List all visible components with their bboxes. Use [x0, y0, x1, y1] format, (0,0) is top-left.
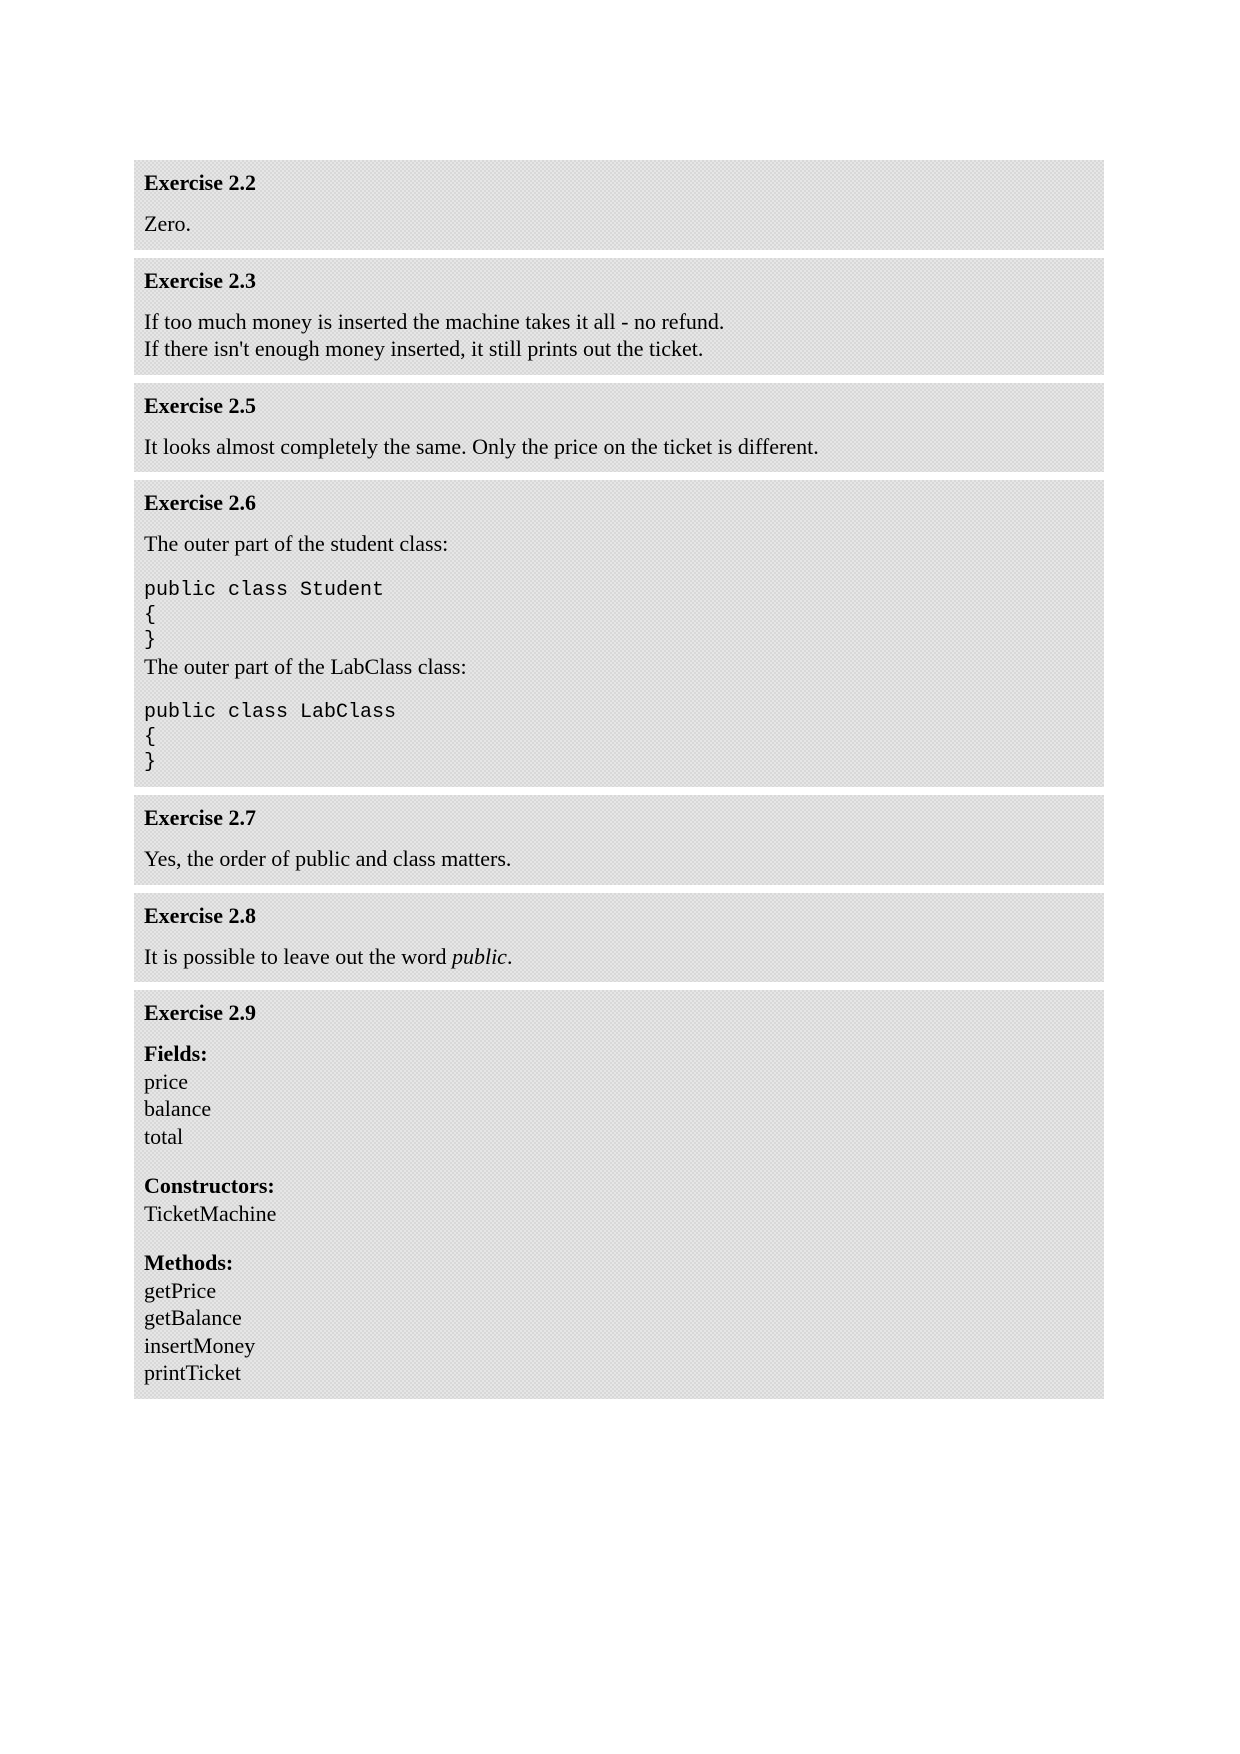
- exercise-title: Exercise 2.3: [144, 268, 1094, 294]
- method-item: getBalance: [144, 1304, 1094, 1332]
- fields-label: Fields:: [144, 1040, 1094, 1068]
- exercise-title: Exercise 2.2: [144, 170, 1094, 196]
- answer-text: It is possible to leave out the word pub…: [144, 943, 1094, 971]
- exercise-block: Exercise 2.9 Fields: price balance total…: [134, 990, 1104, 1399]
- fields-group: Fields: price balance total: [144, 1040, 1094, 1150]
- answer-text-post: .: [507, 944, 513, 969]
- field-item: price: [144, 1068, 1094, 1096]
- answer-text: Yes, the order of public and class matte…: [144, 845, 1094, 873]
- methods-group: Methods: getPrice getBalance insertMoney…: [144, 1249, 1094, 1387]
- exercise-block: Exercise 2.8 It is possible to leave out…: [134, 893, 1104, 983]
- italic-word: public: [452, 944, 507, 969]
- method-item: getPrice: [144, 1277, 1094, 1305]
- exercise-title: Exercise 2.7: [144, 805, 1094, 831]
- answer-text: It looks almost completely the same. Onl…: [144, 433, 1094, 461]
- exercise-block: Exercise 2.3 If too much money is insert…: [134, 258, 1104, 375]
- content-area: Exercise 2.2 Zero. Exercise 2.3 If too m…: [134, 160, 1104, 1399]
- exercise-block: Exercise 2.5 It looks almost completely …: [134, 383, 1104, 473]
- answer-text-pre: It is possible to leave out the word: [144, 944, 452, 969]
- answer-text: The outer part of the student class:: [144, 530, 1094, 558]
- constructors-label: Constructors:: [144, 1172, 1094, 1200]
- code-block: public class LabClass { }: [144, 700, 1094, 775]
- exercise-block: Exercise 2.6 The outer part of the stude…: [134, 480, 1104, 787]
- code-block: public class Student { }: [144, 578, 1094, 653]
- exercise-title: Exercise 2.6: [144, 490, 1094, 516]
- methods-label: Methods:: [144, 1249, 1094, 1277]
- exercise-title: Exercise 2.5: [144, 393, 1094, 419]
- page: Exercise 2.2 Zero. Exercise 2.3 If too m…: [0, 0, 1240, 1754]
- constructor-item: TicketMachine: [144, 1200, 1094, 1228]
- answer-text: Zero.: [144, 210, 1094, 238]
- answer-text: If too much money is inserted the machin…: [144, 308, 1094, 336]
- method-item: insertMoney: [144, 1332, 1094, 1360]
- field-item: balance: [144, 1095, 1094, 1123]
- exercise-block: Exercise 2.2 Zero.: [134, 160, 1104, 250]
- exercise-block: Exercise 2.7 Yes, the order of public an…: [134, 795, 1104, 885]
- exercise-title: Exercise 2.9: [144, 1000, 1094, 1026]
- answer-text: If there isn't enough money inserted, it…: [144, 335, 1094, 363]
- constructors-group: Constructors: TicketMachine: [144, 1172, 1094, 1227]
- exercise-title: Exercise 2.8: [144, 903, 1094, 929]
- answer-text: The outer part of the LabClass class:: [144, 653, 1094, 681]
- field-item: total: [144, 1123, 1094, 1151]
- method-item: printTicket: [144, 1359, 1094, 1387]
